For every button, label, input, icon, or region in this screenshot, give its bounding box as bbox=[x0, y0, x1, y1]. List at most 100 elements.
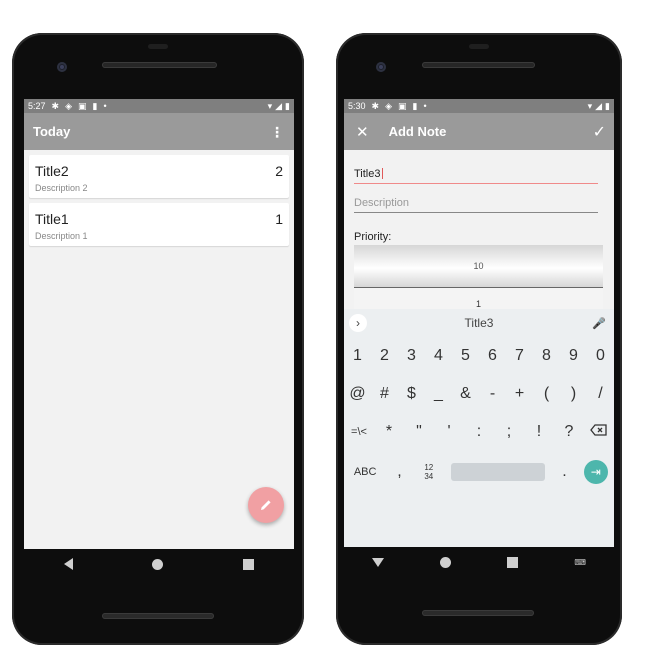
abc-key[interactable]: ABC bbox=[350, 466, 380, 478]
key[interactable]: ! bbox=[526, 423, 552, 441]
key[interactable]: _ bbox=[426, 385, 452, 403]
key[interactable]: ' bbox=[436, 423, 462, 441]
more-vert-icon[interactable]: ⋮ bbox=[270, 125, 284, 139]
home-icon[interactable] bbox=[152, 558, 164, 570]
key[interactable]: ) bbox=[561, 385, 587, 403]
nav-bar: ⌨ bbox=[344, 547, 614, 577]
key[interactable]: : bbox=[466, 423, 492, 441]
settings-status-icon: ✱ bbox=[51, 100, 60, 111]
key[interactable]: 4 bbox=[426, 347, 452, 365]
number-pad-key[interactable]: 12 34 bbox=[419, 463, 439, 481]
battery-icon: ▮ bbox=[605, 100, 610, 111]
note-description: Description 1 bbox=[35, 231, 88, 241]
left-phone-frame: 5:27 ✱ ◈ ▣ ▮ • ▾ ◢ ▮ Today ⋮ Title2 Desc… bbox=[12, 33, 304, 645]
key[interactable]: $ bbox=[399, 385, 425, 403]
key[interactable]: 6 bbox=[480, 347, 506, 365]
earpiece-speaker bbox=[102, 62, 217, 68]
priority-picker-above-value: 10 bbox=[473, 261, 484, 271]
front-camera bbox=[57, 62, 67, 72]
keyboard-row-numbers: 1 2 3 4 5 6 7 8 9 0 bbox=[344, 347, 614, 365]
recents-icon[interactable] bbox=[507, 556, 519, 568]
key[interactable]: 3 bbox=[399, 347, 425, 365]
key[interactable]: ; bbox=[496, 423, 522, 441]
comma-key[interactable]: , bbox=[392, 463, 406, 481]
left-screen: 5:27 ✱ ◈ ▣ ▮ • ▾ ◢ ▮ Today ⋮ Title2 Desc… bbox=[24, 99, 294, 549]
key[interactable]: * bbox=[376, 423, 402, 441]
key[interactable]: 1 bbox=[345, 347, 371, 365]
description-input[interactable]: Description bbox=[354, 197, 598, 213]
suggestion-word[interactable]: Title3 bbox=[465, 316, 494, 330]
note-card[interactable]: Title1 Description 1 1 bbox=[29, 203, 289, 246]
keyboard-switch-icon[interactable]: ⌨ bbox=[574, 558, 586, 567]
status-time: 5:27 bbox=[28, 101, 46, 111]
key[interactable]: + bbox=[507, 385, 533, 403]
soft-keyboard: › Title3 🎤 1 2 3 4 5 6 7 8 9 0 @ # $ _ &… bbox=[344, 309, 614, 547]
key[interactable]: - bbox=[480, 385, 506, 403]
key[interactable]: 9 bbox=[561, 347, 587, 365]
key[interactable]: / bbox=[588, 385, 614, 403]
back-icon[interactable] bbox=[63, 558, 73, 570]
key[interactable]: ( bbox=[534, 385, 560, 403]
space-key[interactable] bbox=[451, 463, 546, 481]
enter-next-icon[interactable]: ⇥ bbox=[583, 460, 608, 484]
check-icon[interactable]: ✓ bbox=[593, 122, 606, 142]
chevron-right-icon[interactable]: › bbox=[349, 314, 367, 332]
priority-label: Priority: bbox=[354, 231, 392, 243]
front-camera bbox=[376, 62, 386, 72]
note-priority: 1 bbox=[275, 211, 283, 227]
keyboard-row-symbols: @ # $ _ & - + ( ) / bbox=[344, 385, 614, 403]
sd-card-status-icon: ▮ bbox=[92, 100, 98, 111]
app-bar: Today ⋮ bbox=[24, 113, 294, 150]
wifi-icon: ▾ bbox=[587, 100, 593, 111]
backspace-glyph bbox=[590, 424, 607, 436]
dot-status-icon: • bbox=[103, 100, 107, 111]
key[interactable]: 2 bbox=[372, 347, 398, 365]
bottom-speaker bbox=[422, 610, 534, 616]
home-icon[interactable] bbox=[440, 556, 452, 568]
signal-icon: ◢ bbox=[595, 100, 603, 111]
note-form: Title3 Description Priority: 10 1 2 bbox=[344, 150, 614, 361]
dot-status-icon: • bbox=[423, 100, 427, 111]
priority-picker-selected-value: 1 bbox=[475, 299, 481, 309]
title-input[interactable]: Title3 bbox=[354, 168, 598, 184]
hide-keyboard-icon[interactable] bbox=[372, 557, 385, 567]
key[interactable]: & bbox=[453, 385, 479, 403]
key[interactable]: 5 bbox=[453, 347, 479, 365]
close-icon[interactable]: ✕ bbox=[356, 123, 369, 141]
text-cursor bbox=[381, 168, 383, 179]
description-placeholder: Description bbox=[354, 197, 410, 209]
key[interactable]: 8 bbox=[534, 347, 560, 365]
key[interactable]: " bbox=[406, 423, 432, 441]
recents-icon[interactable] bbox=[243, 558, 255, 570]
key[interactable]: ? bbox=[556, 423, 582, 441]
bottom-speaker bbox=[102, 613, 214, 619]
period-key[interactable]: . bbox=[557, 463, 571, 481]
note-priority: 2 bbox=[275, 163, 283, 179]
top-notch bbox=[148, 44, 168, 49]
notification-status-icon: ▣ bbox=[398, 100, 407, 111]
key[interactable]: 0 bbox=[588, 347, 614, 365]
note-card[interactable]: Title2 Description 2 2 bbox=[29, 155, 289, 198]
sd-card-status-icon: ▮ bbox=[412, 100, 418, 111]
shield-status-icon: ◈ bbox=[65, 100, 72, 111]
microphone-icon[interactable]: 🎤 bbox=[592, 317, 606, 330]
key[interactable]: 7 bbox=[507, 347, 533, 365]
signal-icon: ◢ bbox=[275, 100, 283, 111]
priority-picker-above[interactable]: 10 bbox=[354, 245, 603, 288]
right-phone-frame: 5:30 ✱ ◈ ▣ ▮ • ▾ ◢ ▮ ✕ Add Note ✓ Title3 bbox=[336, 33, 622, 645]
edit-pencil-icon bbox=[261, 500, 271, 510]
status-time: 5:30 bbox=[348, 101, 366, 111]
backspace-icon[interactable] bbox=[586, 423, 612, 441]
note-title: Title1 bbox=[35, 211, 69, 227]
title-input-value: Title3 bbox=[354, 168, 381, 180]
keyboard-row-more-symbols: =\< * " ' : ; ! ? bbox=[344, 423, 614, 441]
shield-status-icon: ◈ bbox=[385, 100, 392, 111]
more-symbols-key[interactable]: =\< bbox=[346, 426, 372, 438]
note-description: Description 2 bbox=[35, 183, 88, 193]
right-screen: 5:30 ✱ ◈ ▣ ▮ • ▾ ◢ ▮ ✕ Add Note ✓ Title3 bbox=[344, 99, 614, 547]
key[interactable]: # bbox=[372, 385, 398, 403]
page-title: Today bbox=[33, 124, 71, 139]
key[interactable]: @ bbox=[345, 385, 371, 403]
earpiece-speaker bbox=[422, 62, 535, 68]
add-note-button[interactable] bbox=[248, 487, 284, 523]
